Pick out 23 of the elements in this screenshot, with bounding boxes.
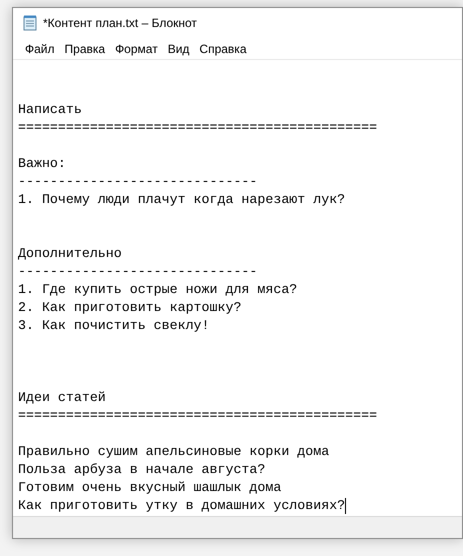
text-line: ============================================= [18, 119, 378, 137]
menu-item[interactable]: Вид [164, 38, 194, 58]
text-line: ============================================= [18, 407, 378, 425]
text-line: 1. Где купить острые ножи для мяса? [18, 281, 298, 299]
text-line: 2. Как приготовить картошку? [18, 299, 242, 317]
text-line: Как приготовить утку в домашних условиях? [18, 497, 346, 515]
menu-item[interactable]: Формат [111, 38, 162, 58]
menu-item[interactable]: Файл [21, 38, 59, 58]
text-line: Важно: [18, 155, 66, 173]
text-line: Идеи статей [18, 389, 106, 407]
text-line: ------------------------------ [18, 173, 258, 191]
text-line: ------------------------------ [18, 263, 258, 281]
text-line: Написать [18, 101, 82, 119]
text-line: Правильно сушим апельсиновые корки дома [18, 443, 330, 461]
text-line: 1. Почему люди плачут когда нарезают лук? [18, 191, 346, 209]
window-title: *Контент план.txt – Блокнот [43, 15, 197, 32]
text-line: 3. Как почистить свеклу! [18, 317, 210, 335]
text-line: Дополнительно [18, 245, 122, 263]
menu-item[interactable]: Справка [195, 38, 250, 58]
text-line: Готовим очень вкусный шашлык дома [18, 479, 282, 497]
notepad-icon [23, 15, 37, 31]
menu-item[interactable]: Правка [60, 38, 110, 58]
text-line: Польза арбуза в начале августа? [18, 461, 266, 479]
